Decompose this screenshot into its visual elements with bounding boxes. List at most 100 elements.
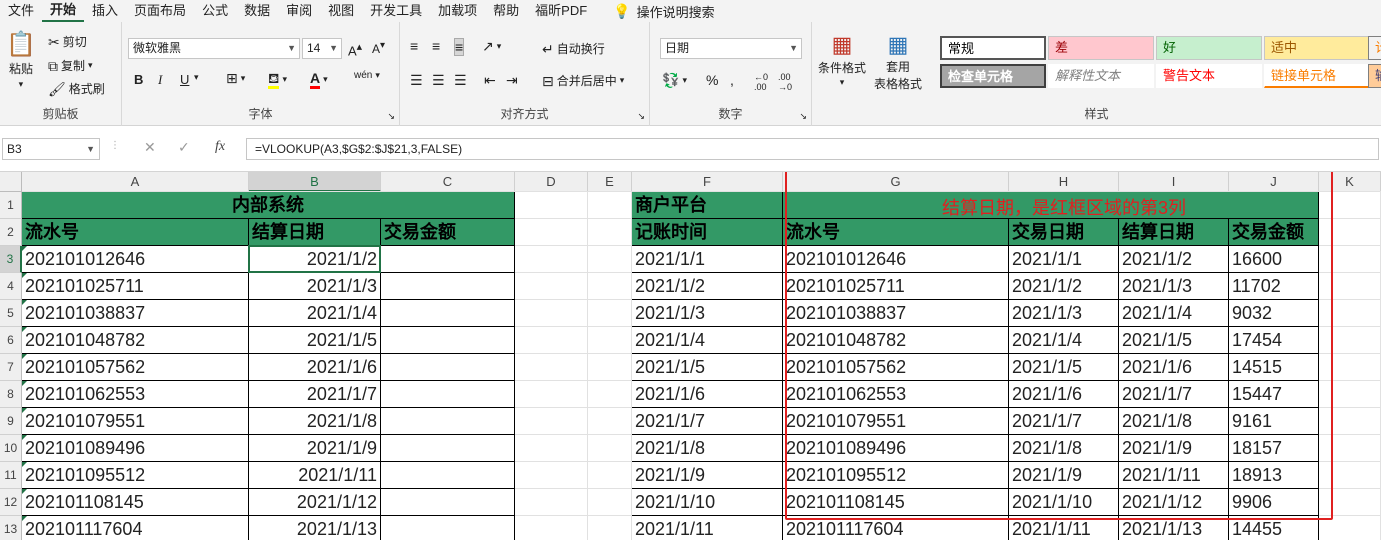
font-size-select[interactable]: 14 ▼ xyxy=(302,38,342,59)
row-header-6[interactable]: 6 xyxy=(0,327,22,354)
table-cell[interactable]: 202101108145 xyxy=(22,489,249,516)
table-cell[interactable]: 202101057562 xyxy=(22,354,249,381)
shrink-font-button[interactable]: A▾ xyxy=(372,40,385,56)
column-header-c[interactable]: C xyxy=(381,172,515,192)
table-cell[interactable] xyxy=(381,408,515,435)
style-neutral[interactable]: 适中 xyxy=(1264,36,1370,60)
accounting-format-button[interactable]: 💱 ▾ xyxy=(662,72,687,88)
table-cell[interactable]: 2021/1/7 xyxy=(632,408,783,435)
table-cell[interactable] xyxy=(381,327,515,354)
row-header-4[interactable]: 4 xyxy=(0,273,22,300)
menu-home[interactable]: 开始 xyxy=(42,0,85,22)
enter-icon[interactable]: ✓ xyxy=(178,139,190,156)
style-bad[interactable]: 差 xyxy=(1048,36,1154,60)
table-cell[interactable]: 2021/1/11 xyxy=(249,462,381,489)
insert-function-icon[interactable]: fx xyxy=(215,139,225,155)
table-cell[interactable]: 2021/1/3 xyxy=(249,273,381,300)
row-header-1[interactable]: 1 xyxy=(0,192,22,219)
column-header-a[interactable]: A xyxy=(22,172,249,192)
underline-dropdown[interactable]: ▾ xyxy=(194,72,199,83)
borders-button[interactable]: ⊞ ▾ xyxy=(226,70,245,86)
orientation-button[interactable]: ↗ ▾ xyxy=(482,38,501,54)
style-check-cell[interactable]: 检查单元格 xyxy=(940,64,1046,88)
increase-decimal-button[interactable]: ←0.00 xyxy=(754,72,768,92)
align-right-button[interactable]: ☰ xyxy=(454,72,467,88)
row-header-10[interactable]: 10 xyxy=(0,435,22,462)
menu-insert[interactable]: 插入 xyxy=(84,0,126,22)
decrease-indent-button[interactable]: ⇤ xyxy=(484,72,496,88)
table-cell[interactable]: 202101062553 xyxy=(22,381,249,408)
name-box[interactable]: B3 ▼ xyxy=(2,138,100,160)
align-top-button[interactable]: ≡ xyxy=(410,38,418,54)
format-painter-button[interactable]: 🖌 格式刷 xyxy=(48,80,105,97)
style-input[interactable]: 输 xyxy=(1368,64,1381,88)
select-all-corner[interactable] xyxy=(0,172,22,192)
copy-button[interactable]: ⧉ 复制 ▾ xyxy=(48,57,93,74)
left-table-title[interactable]: 内部系统 xyxy=(22,192,515,219)
table-cell[interactable]: 2021/1/5 xyxy=(249,327,381,354)
underline-button[interactable]: U xyxy=(180,72,189,87)
column-header-b[interactable]: B xyxy=(249,172,381,192)
cut-button[interactable]: ✂ 剪切 xyxy=(48,33,87,50)
table-cell[interactable]: 2021/1/12 xyxy=(249,489,381,516)
menu-help[interactable]: 帮助 xyxy=(485,0,527,22)
table-cell[interactable] xyxy=(381,435,515,462)
table-cell[interactable]: 2021/1/2 xyxy=(632,273,783,300)
menu-page-layout[interactable]: 页面布局 xyxy=(126,0,194,22)
percent-button[interactable]: % xyxy=(706,72,718,88)
table-cell[interactable]: 2021/1/9 xyxy=(632,462,783,489)
font-color-button[interactable]: A ▾ xyxy=(310,70,328,89)
row-header-11[interactable]: 11 xyxy=(0,462,22,489)
merge-center-button[interactable]: ⊟ 合并后居中 ▾ xyxy=(542,72,624,89)
increase-indent-button[interactable]: ⇥ xyxy=(506,72,518,88)
italic-button[interactable]: I xyxy=(158,72,162,88)
menu-data[interactable]: 数据 xyxy=(236,0,278,22)
comma-style-button[interactable]: , xyxy=(730,72,734,88)
row-header-12[interactable]: 12 xyxy=(0,489,22,516)
dialog-launcher-icon[interactable]: ↘ xyxy=(637,111,645,122)
menu-view[interactable]: 视图 xyxy=(320,0,362,22)
align-center-button[interactable]: ☰ xyxy=(432,72,445,88)
row-header-2[interactable]: 2 xyxy=(0,219,22,246)
table-cell[interactable] xyxy=(381,489,515,516)
table-cell[interactable]: 2021/1/1 xyxy=(632,246,783,273)
column-header-f[interactable]: F xyxy=(632,172,783,192)
wrap-text-button[interactable]: ↵ 自动换行 xyxy=(542,40,605,57)
left-header-1[interactable]: 结算日期 xyxy=(249,219,381,246)
row-header-5[interactable]: 5 xyxy=(0,300,22,327)
table-cell[interactable]: 2021/1/8 xyxy=(632,435,783,462)
table-cell[interactable]: 2021/1/4 xyxy=(632,327,783,354)
row-header-13[interactable]: 13 xyxy=(0,516,22,540)
dialog-launcher-icon[interactable]: ↘ xyxy=(799,111,807,122)
table-cell[interactable]: 2021/1/9 xyxy=(249,435,381,462)
table-cell[interactable]: 2021/1/8 xyxy=(249,408,381,435)
style-explanatory[interactable]: 解释性文本 xyxy=(1048,64,1154,88)
column-header-e[interactable]: E xyxy=(588,172,632,192)
phonetic-button[interactable]: wén ▾ xyxy=(354,70,380,81)
style-good[interactable]: 好 xyxy=(1156,36,1262,60)
decrease-decimal-button[interactable]: .00 →0 xyxy=(778,72,792,92)
table-cell[interactable]: 2021/1/13 xyxy=(249,516,381,540)
style-linked-cell[interactable]: 链接单元格 xyxy=(1264,64,1370,88)
left-header-2[interactable]: 交易金额 xyxy=(381,219,515,246)
menu-developer[interactable]: 开发工具 xyxy=(362,0,430,22)
table-cell[interactable]: 202101089496 xyxy=(22,435,249,462)
align-bottom-button[interactable]: ≡ xyxy=(454,38,465,56)
style-normal[interactable]: 常规 xyxy=(940,36,1046,60)
row-header-3[interactable]: 3 xyxy=(0,246,22,273)
row-header-8[interactable]: 8 xyxy=(0,381,22,408)
right-header-0[interactable]: 记账时间 xyxy=(632,219,783,246)
table-cell[interactable] xyxy=(381,246,515,273)
bold-button[interactable]: B xyxy=(134,72,143,87)
fill-color-button[interactable]: ⛾ ▾ xyxy=(268,70,287,89)
table-cell[interactable]: 2021/1/11 xyxy=(632,516,783,540)
align-middle-button[interactable]: ≡ xyxy=(432,38,440,54)
dialog-launcher-icon[interactable]: ↘ xyxy=(387,111,395,122)
table-cell[interactable]: 202101079551 xyxy=(22,408,249,435)
table-cell[interactable]: 202101012646 xyxy=(22,246,249,273)
table-cell[interactable]: 202101048782 xyxy=(22,327,249,354)
tell-me-search[interactable]: 💡 操作说明搜索 xyxy=(613,2,714,21)
table-cell[interactable] xyxy=(381,300,515,327)
table-cell[interactable]: 2021/1/5 xyxy=(632,354,783,381)
table-cell[interactable]: 2021/1/7 xyxy=(249,381,381,408)
